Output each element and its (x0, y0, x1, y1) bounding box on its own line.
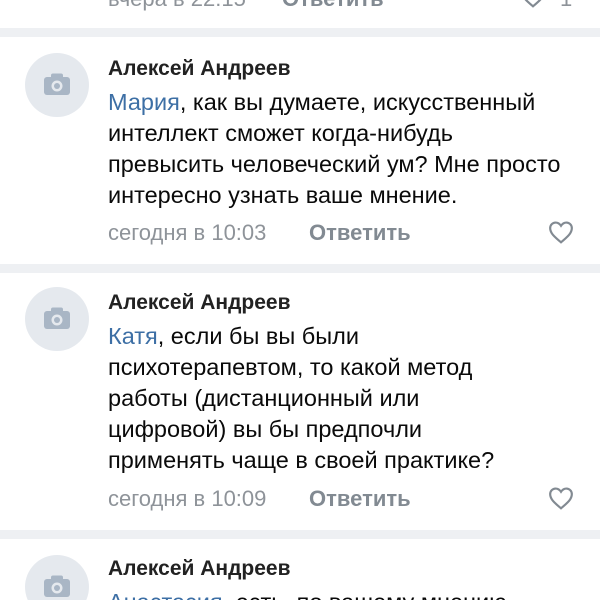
mention-link[interactable]: Анастасия (108, 589, 223, 600)
divider (0, 264, 600, 273)
comment-text: Катя, если бы вы были психотерапевтом, т… (108, 323, 495, 473)
comment-text: Анастасия, есть, по вашему мнению (108, 587, 588, 600)
reply-button[interactable]: Ответить (282, 0, 384, 12)
mention-link[interactable]: Мария (108, 89, 180, 115)
previous-comment-footer: вчера в 22:15 Ответить 1 (0, 0, 600, 26)
mention-link[interactable]: Катя (108, 323, 158, 349)
heart-outline-icon (549, 221, 573, 244)
divider (0, 28, 600, 37)
heart-outline-icon (524, 0, 542, 8)
like-button[interactable] (548, 486, 574, 515)
divider (0, 530, 600, 539)
heart-outline-icon (549, 487, 573, 510)
avatar[interactable] (25, 287, 89, 351)
comment-author[interactable]: Алексей Андреев (108, 557, 291, 581)
camera-icon (44, 307, 70, 329)
avatar[interactable] (25, 53, 89, 117)
camera-icon (44, 73, 70, 95)
comment-item: Алексей Андреев Мария, как вы думаете, и… (0, 37, 600, 264)
comment-item: Алексей Андреев Катя, если бы вы были пс… (0, 273, 600, 530)
comment-time: сегодня в 10:03 (108, 220, 267, 245)
comment-author[interactable]: Алексей Андреев (108, 57, 291, 81)
reply-button[interactable]: Ответить (309, 220, 411, 246)
like-button[interactable] (548, 220, 574, 249)
comment-item: Алексей Андреев Анастасия, есть, по ваше… (0, 539, 600, 600)
comment-time: сегодня в 10:09 (108, 486, 267, 511)
reply-button[interactable]: Ответить (309, 486, 411, 512)
avatar[interactable] (25, 555, 89, 600)
comment-text: Мария, как вы думаете, искусственный инт… (108, 89, 561, 208)
camera-icon (44, 575, 70, 597)
comment-time: вчера в 22:15 (108, 0, 246, 12)
like-count: 1 (560, 0, 572, 12)
comment-author[interactable]: Алексей Андреев (108, 291, 291, 315)
like-button[interactable] (520, 0, 546, 13)
